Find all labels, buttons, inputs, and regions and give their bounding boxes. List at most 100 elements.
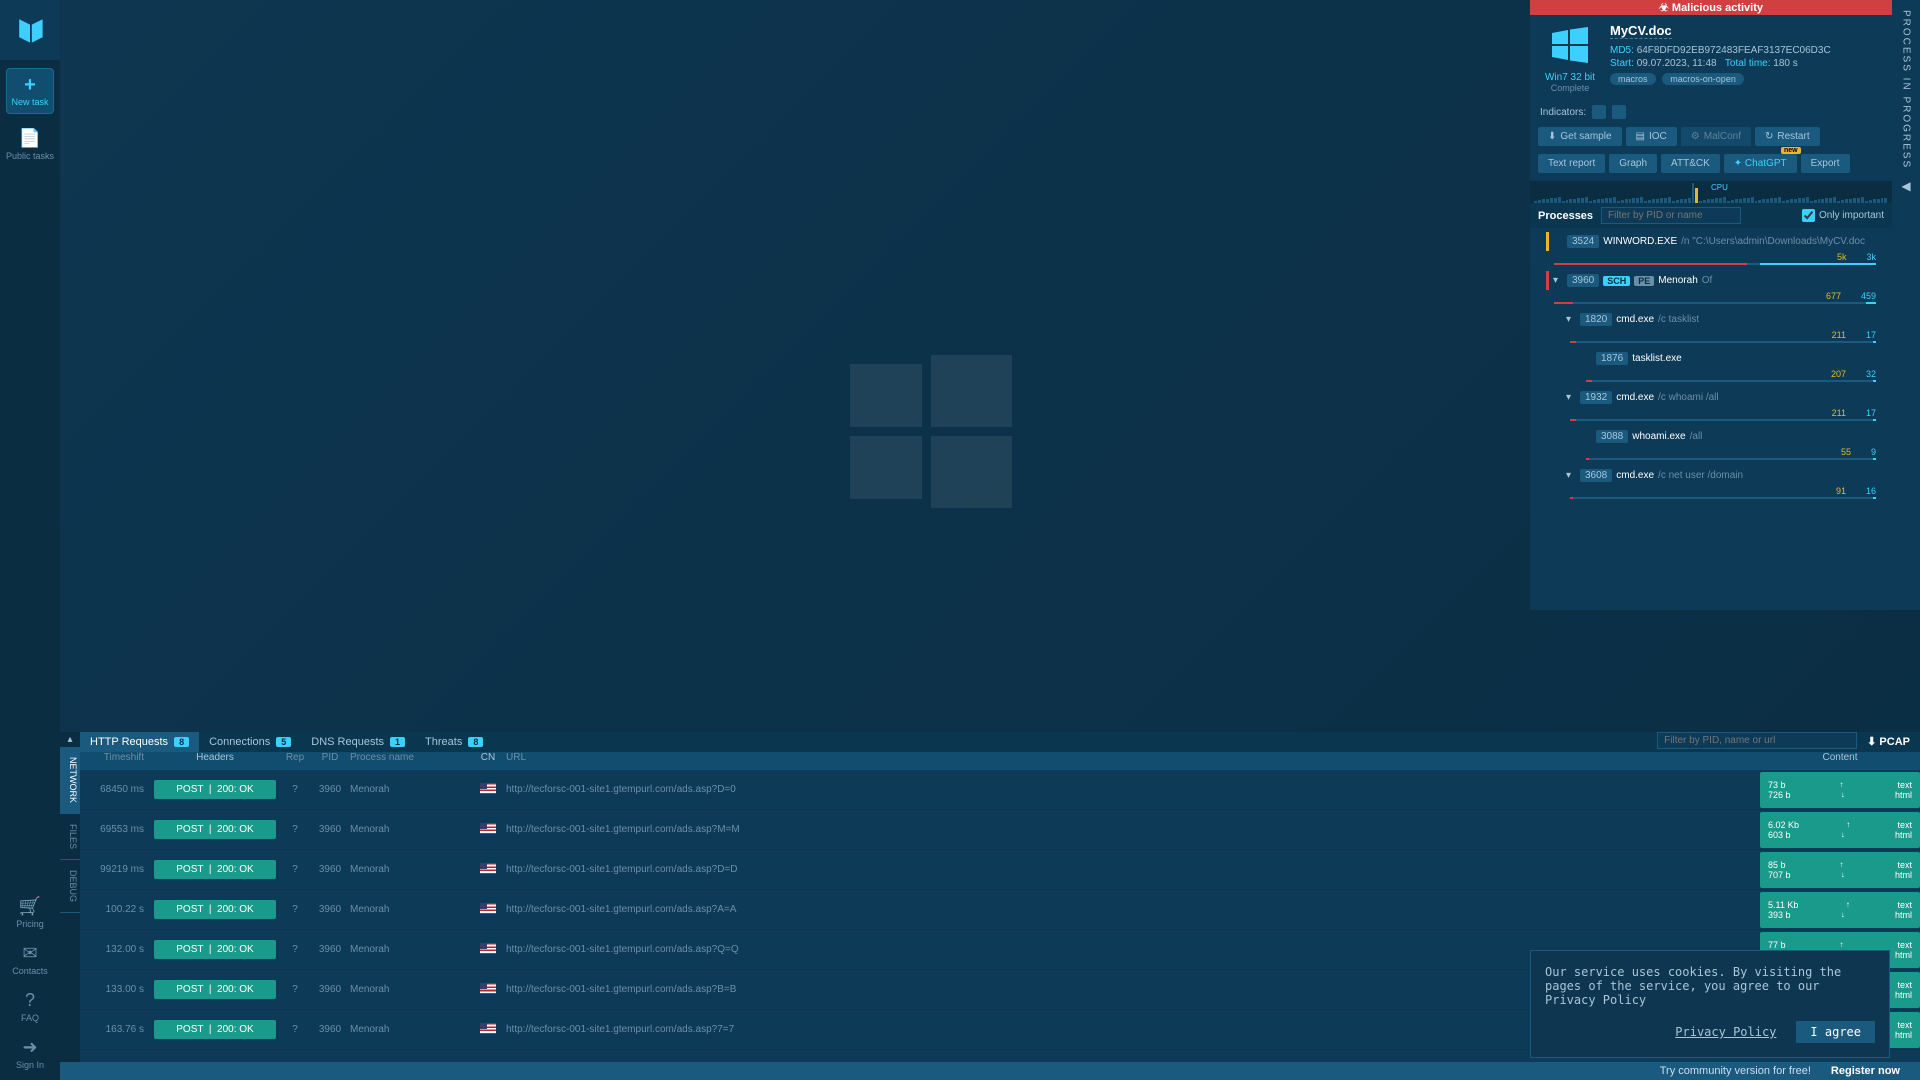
- flag-us-icon: [480, 863, 496, 874]
- tag-macros[interactable]: macros: [1610, 73, 1656, 85]
- register-now-button[interactable]: Register now: [1831, 1065, 1900, 1077]
- indicator-icon[interactable]: [1612, 105, 1626, 119]
- request-headers-badge[interactable]: POST | 200: OK: [154, 1020, 276, 1039]
- download-icon: ↓: [1841, 830, 1845, 839]
- tab-label: Threats: [425, 736, 462, 748]
- start-label: Start:: [1610, 58, 1634, 69]
- chatgpt-button[interactable]: ✦ ChatGPTnew: [1724, 154, 1797, 173]
- content-badge[interactable]: 6.02 Kb↑text603 b↓html: [1760, 812, 1920, 848]
- get sample-icon: ⬇: [1548, 131, 1556, 142]
- sidebar-item-signin[interactable]: ➜Sign In: [16, 1037, 44, 1070]
- cell-country: [470, 983, 506, 997]
- cell-process: Menorah: [350, 824, 470, 835]
- process-metric-1: 207: [1831, 369, 1846, 379]
- http-request-row[interactable]: 99219 msPOST | 200: OK?3960Menorahhttp:/…: [80, 850, 1920, 890]
- cell-pid: 3960: [310, 864, 350, 875]
- process-pid: 3088: [1596, 430, 1628, 443]
- att&ck-button[interactable]: ATT&CK: [1661, 154, 1720, 173]
- cell-rep: ?: [280, 824, 310, 835]
- sidebar-item-pricing[interactable]: 🛒Pricing: [16, 896, 44, 929]
- network-side-tabs: ▴ NETWORK FILES DEBUG: [60, 732, 80, 1062]
- tree-expander-icon[interactable]: ▾: [1566, 314, 1576, 325]
- sidebar-item-public-tasks[interactable]: 📄 Public tasks: [6, 128, 54, 161]
- sidebar-item-contacts[interactable]: ✉Contacts: [12, 943, 48, 976]
- export-button[interactable]: Export: [1801, 154, 1850, 173]
- privacy-policy-link[interactable]: Privacy Policy: [1675, 1025, 1776, 1039]
- request-headers-badge[interactable]: POST | 200: OK: [154, 780, 276, 799]
- process-row[interactable]: ▾1820 cmd.exe /c tasklist21117: [1530, 308, 1892, 347]
- malconf-button[interactable]: ⚙ MalConf: [1681, 127, 1751, 146]
- process-row[interactable]: 3088 whoami.exe /all559: [1530, 425, 1892, 464]
- tree-expander-icon[interactable]: ▾: [1566, 470, 1576, 481]
- tag-macros-on-open[interactable]: macros-on-open: [1662, 73, 1744, 85]
- content-badge[interactable]: 5.11 Kb↑text393 b↓html: [1760, 892, 1920, 928]
- cell-url: http://tecforsc-001-site1.gtempurl.com/a…: [506, 864, 1760, 875]
- indicator-icon[interactable]: [1592, 105, 1606, 119]
- cell-process: Menorah: [350, 784, 470, 795]
- process-row[interactable]: 1876 tasklist.exe 20732: [1530, 347, 1892, 386]
- flag-us-icon: [480, 903, 496, 914]
- request-headers-badge[interactable]: POST | 200: OK: [154, 820, 276, 839]
- request-headers-badge[interactable]: POST | 200: OK: [154, 940, 276, 959]
- sidebar-bottom: 🛒Pricing ✉Contacts ?FAQ ➜Sign In: [0, 882, 60, 1070]
- collapse-arrow-icon[interactable]: ◀: [1901, 179, 1910, 193]
- tree-expander-icon[interactable]: ▾: [1553, 275, 1563, 286]
- sidebar-item-faq[interactable]: ?FAQ: [21, 990, 39, 1023]
- process-pid: 3524: [1567, 235, 1599, 248]
- process-name: cmd.exe: [1616, 470, 1654, 481]
- tab-count: 8: [174, 737, 189, 747]
- new-task-button[interactable]: + New task: [6, 68, 54, 114]
- network-collapse-button[interactable]: ▴: [60, 732, 80, 747]
- process-metric-1: 211: [1832, 408, 1846, 418]
- process-args: /c net user /domain: [1658, 470, 1743, 481]
- cell-process: Menorah: [350, 944, 470, 955]
- logo[interactable]: [0, 0, 60, 60]
- http-request-row[interactable]: 100.22 sPOST | 200: OK?3960Menorahhttp:/…: [80, 890, 1920, 930]
- tree-expander-icon[interactable]: ▾: [1566, 392, 1576, 403]
- indicators-row: Indicators:: [1530, 101, 1892, 123]
- cookie-agree-button[interactable]: I agree: [1796, 1021, 1875, 1043]
- process-row[interactable]: 3524 WINWORD.EXE /n "C:\Users\admin\Down…: [1530, 230, 1892, 269]
- network-filter-input[interactable]: [1657, 732, 1857, 749]
- text-report-button[interactable]: Text report: [1538, 154, 1605, 173]
- ioc-button[interactable]: ▤ IOC: [1626, 127, 1677, 146]
- only-important-toggle[interactable]: Only important: [1802, 209, 1884, 222]
- restart-button[interactable]: ↻ Restart: [1755, 127, 1820, 146]
- processes-title: Processes: [1538, 210, 1593, 222]
- sample-tags: macros macros-on-open: [1610, 73, 1882, 85]
- processes-filter-input[interactable]: [1601, 207, 1741, 224]
- request-headers-badge[interactable]: POST | 200: OK: [154, 900, 276, 919]
- process-row[interactable]: ▾3608 cmd.exe /c net user /domain9116: [1530, 464, 1892, 503]
- tab-connections[interactable]: Connections5: [199, 732, 301, 752]
- tab-dns-requests[interactable]: DNS Requests1: [301, 732, 415, 752]
- tab-threats[interactable]: Threats8: [415, 732, 493, 752]
- col-cn: CN: [470, 752, 506, 770]
- http-request-row[interactable]: 69553 msPOST | 200: OK?3960Menorahhttp:/…: [80, 810, 1920, 850]
- process-row[interactable]: ▾3960 SCH PE Menorah Of677459: [1530, 269, 1892, 308]
- only-important-checkbox[interactable]: [1802, 209, 1815, 222]
- sample-filename[interactable]: MyCV.doc: [1610, 23, 1672, 39]
- tab-http-requests[interactable]: HTTP Requests8: [80, 732, 199, 752]
- side-tab-network[interactable]: NETWORK: [60, 747, 80, 814]
- total-value: 180 s: [1773, 58, 1797, 69]
- upload-icon: ↑: [1840, 780, 1844, 789]
- side-tab-files[interactable]: FILES: [60, 814, 80, 860]
- total-label: Total time:: [1725, 58, 1771, 69]
- process-row[interactable]: ▾1932 cmd.exe /c whoami /all21117: [1530, 386, 1892, 425]
- cell-url: http://tecforsc-001-site1.gtempurl.com/a…: [506, 904, 1760, 915]
- request-headers-badge[interactable]: POST | 200: OK: [154, 980, 276, 999]
- request-headers-badge[interactable]: POST | 200: OK: [154, 860, 276, 879]
- network-table-header: Timeshift Headers Rep PID Process name C…: [80, 752, 1920, 770]
- action-buttons-row2: Text reportGraphATT&CK✦ ChatGPTnewExport: [1530, 150, 1892, 177]
- get-sample-button[interactable]: ⬇ Get sample: [1538, 127, 1622, 146]
- cell-process: Menorah: [350, 864, 470, 875]
- os-name: Win7 32 bit: [1540, 72, 1600, 83]
- side-tab-debug[interactable]: DEBUG: [60, 860, 80, 913]
- content-badge[interactable]: 73 b↑text726 b↓html: [1760, 772, 1920, 808]
- processes-header: Processes Only important: [1530, 203, 1892, 228]
- graph-button[interactable]: Graph: [1609, 154, 1657, 173]
- pcap-download-button[interactable]: ⬇ PCAP: [1857, 732, 1920, 752]
- content-badge[interactable]: 85 b↑text707 b↓html: [1760, 852, 1920, 888]
- http-request-row[interactable]: 68450 msPOST | 200: OK?3960Menorahhttp:/…: [80, 770, 1920, 810]
- process-metric-2: 17: [1866, 408, 1876, 418]
